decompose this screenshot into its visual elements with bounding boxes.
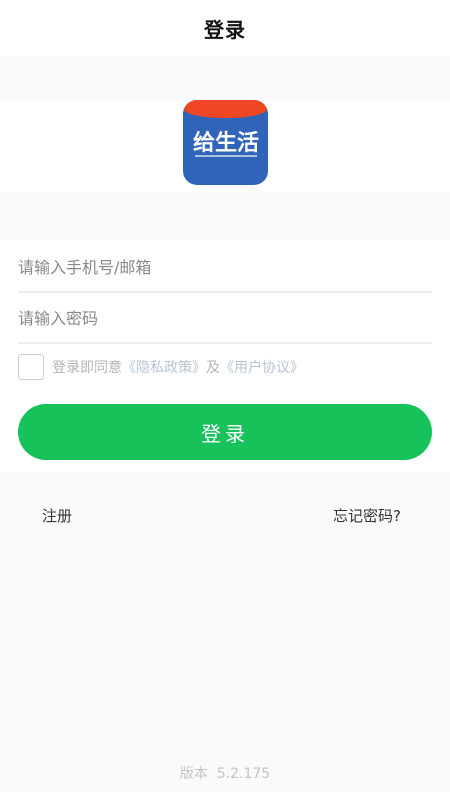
header: 登录 [0,0,450,56]
privacy-policy-link[interactable]: 《隐私政策》 [122,360,206,376]
logo-red-cap [183,100,268,118]
background-band [0,192,450,240]
agreement-conjunction: 及 [206,360,220,376]
agreement-prefix: 登录即同意 [52,360,122,376]
account-input[interactable] [18,243,432,291]
background-band [0,56,450,100]
login-screen: 登录 给生活 登录即同意《隐私政策》及《用户协议》 登录 注册 忘记密码? 版本… [0,0,450,800]
register-link[interactable]: 注册 [42,505,72,526]
logo-text: 给生活 [193,130,259,156]
forgot-password-link[interactable]: 忘记密码? [333,505,401,526]
agreement-text: 登录即同意《隐私政策》及《用户协议》 [52,357,304,377]
version-info: 版本 5.2.175 [0,763,450,783]
agreement-row: 登录即同意《隐私政策》及《用户协议》 [18,352,304,382]
password-input[interactable] [18,294,432,342]
app-logo: 给生活 [183,100,268,185]
login-button[interactable]: 登录 [18,404,432,460]
user-agreement-link[interactable]: 《用户协议》 [220,360,304,376]
agreement-checkbox[interactable] [18,354,44,380]
logo-text-graphic: 给生活 [193,130,259,157]
version-number: 5.2.175 [216,766,271,782]
version-label: 版本 [179,766,208,782]
account-field[interactable] [18,243,432,293]
page-title: 登录 [204,17,246,42]
password-field[interactable] [18,294,432,344]
